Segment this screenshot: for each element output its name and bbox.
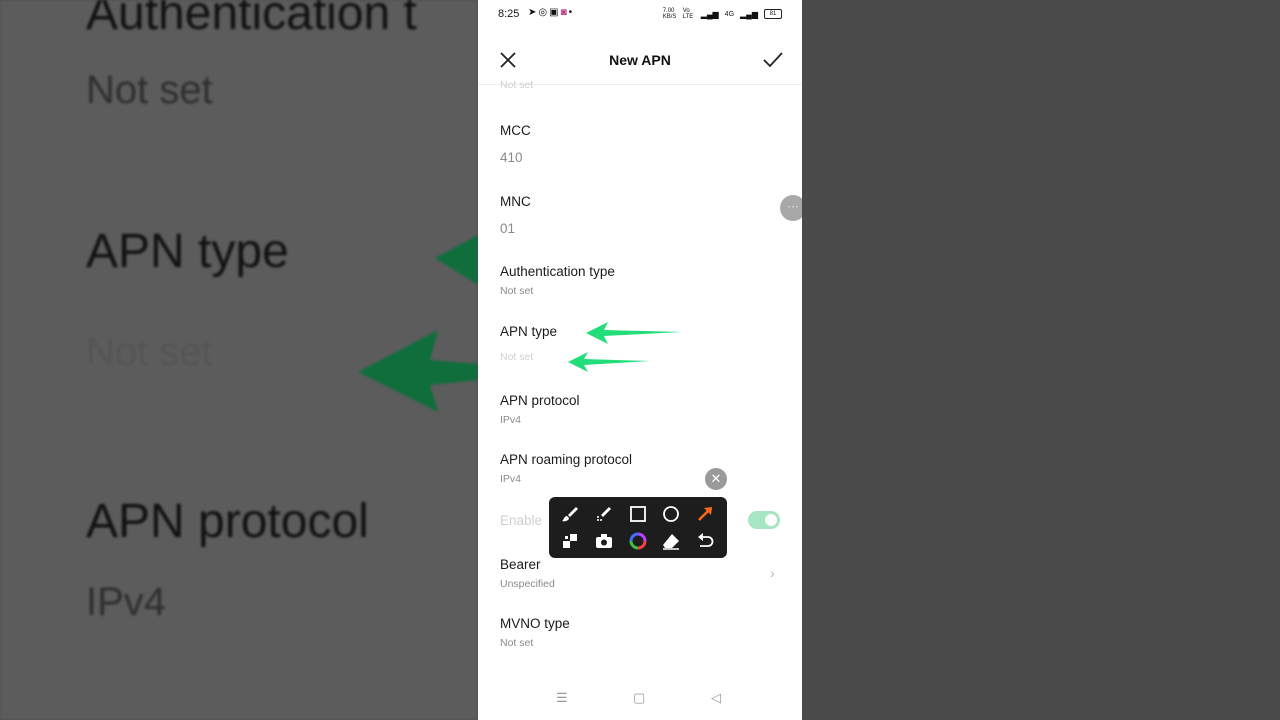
battery-icon: 81: [764, 9, 782, 19]
checkmark-icon[interactable]: [762, 50, 784, 70]
bg-apn-protocol-value: IPv4: [86, 580, 167, 624]
eraser-icon[interactable]: [660, 530, 682, 552]
dot-icon: •: [568, 7, 575, 18]
dark-side-panel: [802, 0, 1280, 720]
apn-protocol-label: APN protocol: [500, 393, 580, 408]
toolbar-close-button[interactable]: ✕: [705, 468, 727, 490]
green-arrow-icon: [586, 322, 682, 344]
page-title: New APN: [609, 52, 671, 68]
apn-protocol-field[interactable]: APN protocol IPv4: [500, 393, 780, 426]
apn-roaming-protocol-field[interactable]: APN roaming protocol IPv4: [500, 452, 780, 485]
brush-icon[interactable]: [559, 503, 581, 525]
mvno-type-value: Not set: [500, 637, 534, 649]
system-icons: 7.00 KB/S Vo LTE ▂▄▆ 4G ▂▄▆ 81: [663, 8, 782, 20]
camera-icon[interactable]: [593, 530, 615, 552]
menu-nav-icon[interactable]: ☰: [556, 690, 568, 706]
mosaic-icon[interactable]: [559, 530, 581, 552]
partial-field-value: Not set: [500, 79, 780, 91]
mvno-type-label: MVNO type: [500, 616, 570, 631]
mcc-field[interactable]: MCC 410: [500, 123, 780, 165]
authentication-type-label: Authentication type: [500, 264, 615, 279]
bearer-label: Bearer: [500, 557, 541, 572]
facebook-icon: ▣: [549, 7, 561, 18]
telegram-icon: ➤: [528, 7, 539, 18]
bg-green-arrow-icon-2: [358, 330, 478, 412]
arrow-tool-icon[interactable]: [694, 503, 716, 525]
chevron-right-icon: ›: [770, 565, 775, 581]
apn-roaming-protocol-label: APN roaming protocol: [500, 452, 633, 467]
color-picker-icon[interactable]: [627, 530, 649, 552]
network-type: 4G: [724, 10, 735, 18]
scroll-handle[interactable]: • • •: [780, 195, 802, 221]
bg-apn-type-value: Not set: [86, 330, 213, 374]
bg-apn-protocol-label: APN protocol: [86, 495, 369, 548]
partial-value: Not set: [500, 79, 534, 91]
mcc-value: 410: [500, 150, 523, 165]
toggle-knob: [765, 514, 777, 526]
mcc-label: MCC: [500, 123, 531, 138]
undo-icon[interactable]: [694, 530, 716, 552]
navigation-bar: ☰ ▢ ◁: [478, 690, 802, 712]
apn-roaming-protocol-value: IPv4: [500, 473, 522, 485]
bg-auth-value: Not set: [86, 68, 213, 112]
mvno-type-field[interactable]: MVNO type Not set: [500, 616, 780, 649]
status-time: 8:25: [498, 8, 520, 20]
whatsapp-icon: ◎: [538, 7, 550, 18]
green-arrow-icon-2: [568, 352, 650, 372]
instagram-icon: ◙: [560, 7, 569, 18]
bg-apn-type-label: APN type: [86, 225, 289, 278]
signal-icon-2: ▂▄▆: [740, 9, 758, 19]
bearer-value: Unspecified: [500, 578, 555, 590]
mnc-field[interactable]: MNC 01: [500, 194, 780, 236]
apn-protocol-value: IPv4: [500, 414, 522, 426]
rectangle-icon[interactable]: [627, 503, 649, 525]
circle-icon[interactable]: [660, 503, 682, 525]
authentication-type-value: Not set: [500, 285, 534, 297]
bearer-field[interactable]: Bearer Unspecified: [500, 557, 780, 590]
marker-icon[interactable]: [593, 503, 615, 525]
mnc-label: MNC: [500, 194, 531, 209]
bg-green-arrow-icon: [435, 235, 478, 285]
home-nav-icon[interactable]: ▢: [633, 690, 645, 706]
enable-toggle[interactable]: [748, 511, 780, 529]
status-bar: 8:25 ➤◎▣◙• 7.00 KB/S Vo LTE ▂▄▆ 4G ▂▄▆ 8…: [478, 0, 802, 28]
blurred-zoom-panel: Authentication t Not set APN type Not se…: [0, 0, 478, 720]
bg-auth-label: Authentication t: [86, 0, 417, 40]
net-speed: 7.00 KB/S: [662, 8, 677, 20]
notification-icons: ➤◎▣◙•: [528, 7, 574, 18]
phone-screen: 8:25 ➤◎▣◙• 7.00 KB/S Vo LTE ▂▄▆ 4G ▂▄▆ 8…: [478, 0, 802, 720]
mnc-value: 01: [500, 221, 516, 236]
back-nav-icon[interactable]: ◁: [711, 690, 721, 706]
authentication-type-field[interactable]: Authentication type Not set: [500, 264, 780, 297]
signal-icon: ▂▄▆: [700, 9, 719, 19]
annotation-toolbar: [549, 497, 727, 558]
volte-label: Vo LTE: [682, 8, 694, 20]
app-bar: New APN: [478, 42, 802, 78]
